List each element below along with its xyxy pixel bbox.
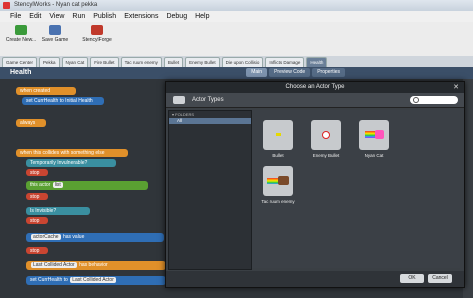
plus-icon (15, 25, 27, 35)
behavior-header: Health Main Preview Code Properties (0, 67, 473, 79)
bullet-icon (263, 120, 293, 150)
block-is-invisible[interactable]: Is Invisible? (26, 207, 90, 215)
actor-nyan-cat[interactable]: Nyan Cat (356, 120, 392, 158)
menu-view[interactable]: View (49, 11, 64, 22)
block-when-created[interactable]: when created (16, 87, 76, 95)
nyan-cat-icon (359, 120, 389, 150)
folders-header: ▾ FOLDERS (172, 112, 195, 117)
tab-properties[interactable]: Properties (312, 68, 345, 77)
folder-all[interactable]: All (169, 118, 251, 124)
block-has-value[interactable]: actorCache has value (26, 233, 164, 242)
block-stop-3[interactable]: stop (26, 217, 48, 224)
search-icon (413, 97, 419, 103)
window-title-bar: StencylWorks - Nyan cat pekka (0, 0, 473, 11)
forge-icon (91, 25, 103, 35)
actor-grid: Bullet Enemy Bullet Nyan Cat Tac ruum en… (252, 110, 460, 268)
search-input[interactable] (410, 96, 458, 104)
tac-ruum-enemy-icon (263, 166, 293, 196)
choose-actor-dialog: Choose an Actor Type ✕ Actor Types ▾ FOL… (165, 81, 465, 288)
block-temp-invulnerable[interactable]: Temporarily Invulnerable? (26, 159, 116, 167)
actor-tac-ruum-enemy[interactable]: Tac ruum enemy (260, 166, 296, 204)
menu-help[interactable]: Help (195, 11, 209, 22)
menu-run[interactable]: Run (72, 11, 85, 22)
dialog-title-bar: Choose an Actor Type ✕ (166, 82, 464, 93)
block-always[interactable]: always (16, 119, 46, 127)
block-this-actor[interactable]: this actor list (26, 181, 148, 190)
actor-type-icon (173, 96, 185, 104)
menu-publish[interactable]: Publish (93, 11, 116, 22)
menu-debug[interactable]: Debug (166, 11, 187, 22)
tab-preview-code[interactable]: Preview Code (269, 68, 311, 77)
block-stop-2[interactable]: stop (26, 193, 48, 200)
cancel-button[interactable]: Cancel (428, 274, 452, 283)
save-icon (49, 25, 61, 35)
app-screen: StencylWorks - Nyan cat pekka File Edit … (0, 0, 473, 298)
window-title: StencylWorks - Nyan cat pekka (14, 2, 98, 8)
actor-slot[interactable]: list (52, 182, 63, 188)
block-when-collides[interactable]: when this collides with something else (16, 149, 128, 157)
block-stop-1[interactable]: stop (26, 169, 48, 176)
dialog-title: Choose an Actor Type (285, 84, 345, 90)
actor-enemy-bullet[interactable]: Enemy Bullet (308, 120, 344, 158)
block-set-health[interactable]: set CurrHealth to Initial Health (22, 97, 104, 105)
header-tabs: Main Preview Code Properties (246, 68, 345, 77)
app-icon (3, 2, 10, 9)
value-slot[interactable]: actorCache (31, 234, 61, 240)
toolbar: Create New... Save Game StencylForge (0, 22, 473, 57)
menu-bar: File Edit View Run Publish Extensions De… (0, 11, 473, 22)
menu-extensions[interactable]: Extensions (124, 11, 158, 22)
create-new-button[interactable]: Create New... (4, 25, 38, 43)
ok-button[interactable]: OK (400, 274, 424, 283)
menu-edit[interactable]: Edit (29, 11, 41, 22)
menu-file[interactable]: File (10, 11, 21, 22)
page-title: Health (10, 69, 32, 76)
actor-bullet[interactable]: Bullet (260, 120, 296, 158)
document-tabs: Game Center Pekka Nyan Cat Fire Bullet T… (0, 56, 473, 68)
dialog-footer: OK Cancel (166, 271, 464, 287)
save-game-button[interactable]: Save Game (38, 25, 72, 43)
dialog-toolbar: Actor Types (166, 93, 464, 108)
folders-panel: ▾ FOLDERS All (168, 110, 252, 270)
close-icon[interactable]: ✕ (453, 82, 459, 93)
section-title: Actor Types (192, 97, 224, 103)
stencylforge-button[interactable]: StencylForge (80, 25, 114, 43)
enemy-bullet-icon (311, 120, 341, 150)
block-stop-4[interactable]: stop (26, 247, 48, 254)
block-has-behavior[interactable]: Last Collided Actor has behavior (26, 261, 166, 270)
tab-main[interactable]: Main (246, 68, 268, 77)
block-set-text[interactable]: set CurrHealth to Last Collided Actor (26, 276, 166, 285)
